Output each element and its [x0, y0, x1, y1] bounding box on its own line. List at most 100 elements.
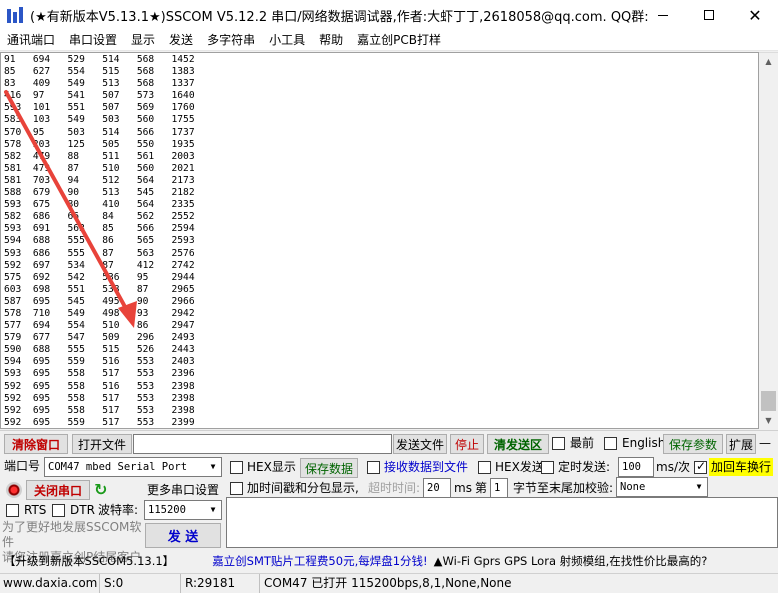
receive-line: 592 697 534 87 412 2742	[4, 259, 195, 271]
nth-input[interactable]: 1	[490, 478, 508, 498]
maximize-icon	[704, 10, 714, 20]
receive-line: 85 627 554 515 568 1383	[4, 66, 195, 78]
refresh-icon[interactable]: ↻	[94, 480, 112, 500]
wifi-ad-link[interactable]: ▲Wi-Fi Gprs GPS Lora 射频模组,在找性价比最高的?	[434, 553, 708, 569]
maximize-button[interactable]	[686, 0, 732, 30]
receive-line: 583 103 549 503 560 1755	[4, 114, 195, 126]
english-label: English	[622, 436, 666, 450]
close-button[interactable]: ✕	[732, 0, 778, 30]
chevron-down-icon: ▼	[205, 458, 221, 476]
menu-tools[interactable]: 小工具	[262, 30, 312, 51]
menu-multi-string[interactable]: 多字符串	[200, 30, 262, 51]
baud-select[interactable]: 115200 ▼	[144, 500, 222, 520]
timed-send-checkbox[interactable]	[541, 461, 554, 474]
recv-to-file-label: 接收数据到文件	[384, 460, 469, 474]
receive-line: 416 97 541 507 573 1640	[4, 90, 195, 102]
rts-checkbox[interactable]	[6, 504, 19, 517]
title-bar: (★有新版本V5.13.1★)SSCOM V5.12.2 串口/网络数据调试器,…	[0, 0, 778, 30]
port-select[interactable]: COM47 mbed Serial Port ▼	[44, 457, 222, 477]
status-port-state: COM47 已打开 115200bps,8,1,None,None	[264, 576, 512, 590]
receive-line: 588 679 90 513 545 2182	[4, 187, 195, 199]
receive-line: 83 409 549 513 568 1337	[4, 78, 195, 90]
dtr-label: DTR	[70, 503, 95, 517]
menu-send[interactable]: 发送	[162, 30, 200, 51]
receive-line: 593 101 551 507 569 1760	[4, 102, 195, 114]
expand-button[interactable]: 扩展	[726, 434, 756, 454]
divider	[0, 430, 778, 431]
receive-line: 594 695 559 516 553 2403	[4, 356, 195, 368]
minimize-button[interactable]	[640, 0, 686, 30]
close-port-button[interactable]: 关闭串口	[26, 480, 90, 500]
menu-help[interactable]: 帮助	[312, 30, 350, 51]
status-bar: www.daxia.com S:0 R:29181 COM47 已打开 1152…	[0, 573, 778, 593]
menu-pcb[interactable]: 嘉立创PCB打样	[350, 30, 448, 51]
receive-line: 603 698 551 538 87 2965	[4, 283, 195, 295]
file-path-input[interactable]	[133, 434, 392, 454]
interval-input[interactable]: 100	[618, 457, 654, 477]
chevron-down-icon: ▼	[691, 478, 707, 496]
add-crlf-label: 加回车换行	[709, 458, 774, 476]
recv-to-file-checkbox[interactable]	[367, 461, 380, 474]
menu-bar: 通讯端口 串口设置 显示 发送 多字符串 小工具 帮助 嘉立创PCB打样	[0, 30, 778, 51]
hex-display-label: HEX显示	[247, 460, 296, 474]
scroll-up-icon[interactable]: ▲	[759, 53, 778, 70]
menu-display[interactable]: 显示	[124, 30, 162, 51]
upgrade-link[interactable]: 【升级到新版本SSCOM5.13.1】	[4, 553, 174, 569]
add-crlf-checkbox[interactable]	[694, 459, 707, 474]
receive-area[interactable]: 91 694 529 514 568 1452 85 627 554 515 56…	[0, 52, 759, 429]
hint-line-1: 为了更好地发展SSCOM软件	[2, 520, 142, 549]
send-button[interactable]: 发 送	[145, 523, 221, 548]
status-light-icon	[6, 482, 22, 498]
save-params-button[interactable]: 保存参数	[663, 434, 723, 454]
receive-line: 582 479 88 511 561 2003	[4, 150, 195, 162]
receive-line: 578 203 125 505 550 1935	[4, 138, 195, 150]
hex-send-checkbox[interactable]	[478, 461, 491, 474]
close-icon: ✕	[748, 5, 762, 25]
save-data-button[interactable]: 保存数据	[300, 458, 358, 478]
scroll-down-icon[interactable]: ▼	[759, 412, 778, 429]
smt-ad-link[interactable]: 嘉立创SMT贴片工程费50元,每焊盘1分钱!	[212, 553, 427, 569]
dtr-checkbox[interactable]	[52, 504, 65, 517]
collapse-icon[interactable]: —	[759, 434, 771, 452]
receive-line: 587 695 545 495 90 2966	[4, 295, 195, 307]
minimize-icon	[658, 14, 668, 16]
promo-bar: 【升级到新版本SSCOM5.13.1】 嘉立创SMT贴片工程费50元,每焊盘1分…	[0, 551, 778, 571]
timestamp-checkbox[interactable]	[230, 482, 243, 495]
topmost-checkbox[interactable]	[552, 437, 565, 450]
checksum-select[interactable]: None ▼	[616, 477, 708, 497]
send-file-button[interactable]: 发送文件	[393, 434, 447, 454]
timeout-input[interactable]: 20	[423, 478, 451, 498]
chevron-down-icon: ▼	[205, 501, 221, 519]
receive-line: 590 688 555 515 526 2443	[4, 344, 195, 356]
menu-comm-port[interactable]: 通讯端口	[0, 30, 62, 51]
scroll-thumb[interactable]	[761, 391, 776, 411]
english-checkbox[interactable]	[604, 437, 617, 450]
stop-button[interactable]: 停止	[450, 434, 484, 454]
timeout-label: 超时时间:	[368, 481, 421, 495]
clear-send-button[interactable]: 清发送区	[487, 434, 549, 454]
timeout-unit-label: ms	[454, 481, 472, 495]
rts-label: RTS	[24, 503, 47, 517]
receive-line: 592 695 558 517 553 2398	[4, 404, 195, 416]
send-input[interactable]	[226, 497, 778, 548]
receive-scrollbar[interactable]: ▲ ▼	[759, 52, 778, 429]
open-file-button[interactable]: 打开文件	[72, 434, 132, 454]
receive-line: 570 95 503 514 566 1737	[4, 126, 195, 138]
receive-line: 592 695 559 517 553 2399	[4, 416, 195, 428]
receive-line: 592 695 558 517 553 2398	[4, 392, 195, 404]
status-site[interactable]: www.daxia.com	[0, 574, 100, 593]
receive-line: 578 710 549 498 93 2942	[4, 307, 195, 319]
status-sent: S:0	[101, 574, 181, 593]
receive-line: 593 686 555 87 563 2576	[4, 247, 195, 259]
receive-line: 593 691 563 85 566 2594	[4, 223, 195, 235]
hex-display-checkbox[interactable]	[230, 461, 243, 474]
interval-unit-label: ms/次	[656, 460, 690, 474]
receive-line: 593 675 80 410 564 2335	[4, 199, 195, 211]
clear-window-button[interactable]: 清除窗口	[4, 434, 68, 454]
baud-label: 波特率:	[98, 503, 139, 517]
baud-select-value: 115200	[148, 504, 186, 516]
receive-line: 91 694 529 514 568 1452	[4, 54, 195, 65]
more-settings-button[interactable]: 更多串口设置	[145, 479, 221, 499]
timestamp-label: 加时间戳和分包显示,	[247, 481, 359, 495]
menu-serial-settings[interactable]: 串口设置	[62, 30, 124, 51]
